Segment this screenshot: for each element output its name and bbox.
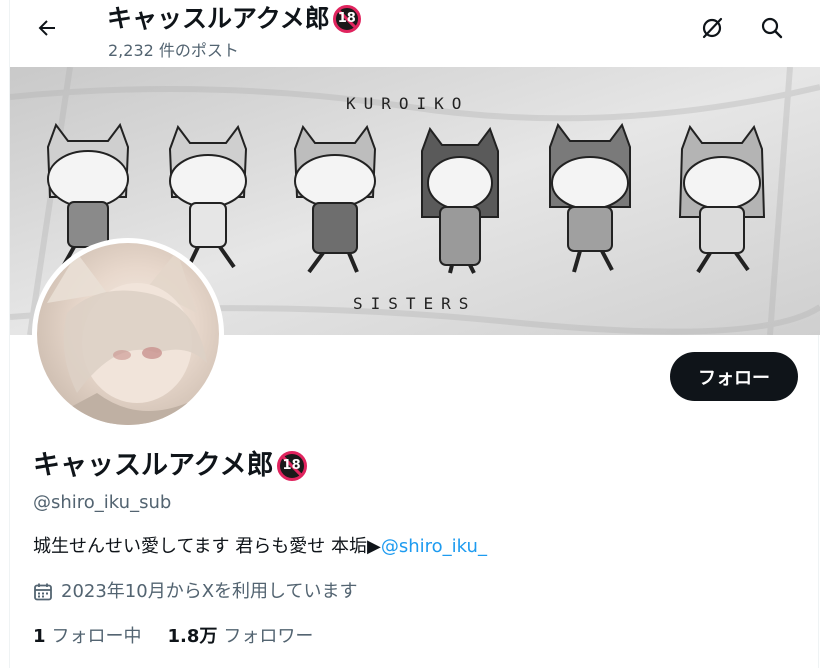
r18-badge-icon: 18: [332, 5, 361, 33]
search-icon: [760, 16, 784, 44]
display-name-text: キャッスルアクメ郎: [33, 450, 274, 481]
profile-handle: @shiro_iku_sub: [33, 492, 172, 513]
search-button[interactable]: [754, 12, 790, 48]
profile-bio: 城生せんせい愛してます 君らも愛せ 本垢▶@shiro_iku_: [33, 534, 487, 560]
joined-text: 2023年10月からXを利用しています: [61, 581, 358, 602]
back-arrow-icon: [35, 16, 59, 44]
back-button[interactable]: [29, 12, 65, 48]
followers-label: フォロワー: [223, 626, 314, 647]
follow-stats: 1 フォロー中 1.8万 フォロワー: [33, 624, 339, 650]
r18-badge-icon: 18: [276, 451, 307, 481]
grok-icon: [699, 15, 725, 45]
profile-page: キャッスルアクメ郎 18 2,232 件のポスト KUROIKO SISTERS…: [9, 0, 820, 668]
follow-button[interactable]: フォロー: [670, 352, 798, 401]
joined-date: 2023年10月からXを利用しています: [33, 579, 358, 605]
banner-top-text: KUROIKO: [346, 94, 469, 113]
top-bar: キャッスルアクメ郎 18 2,232 件のポスト: [10, 0, 820, 67]
profile-display-name: キャッスルアクメ郎 18: [33, 446, 307, 486]
following-link[interactable]: 1 フォロー中: [33, 624, 142, 650]
avatar[interactable]: [32, 238, 224, 430]
banner-bottom-text: SISTERS: [353, 294, 476, 313]
header-display-name: キャッスルアクメ郎: [107, 4, 330, 33]
grok-button[interactable]: [694, 12, 730, 48]
page-title: キャッスルアクメ郎 18: [107, 2, 361, 36]
avatar-image: [37, 243, 219, 425]
following-count: 1: [33, 626, 46, 647]
post-count: 2,232 件のポスト: [108, 41, 239, 60]
following-label: フォロー中: [51, 626, 142, 647]
bio-link[interactable]: @shiro_iku_: [381, 536, 487, 557]
calendar-icon: [33, 582, 53, 602]
followers-count: 1.8万: [167, 626, 218, 647]
bio-text: 城生せんせい愛してます 君らも愛せ 本垢▶: [33, 536, 381, 557]
followers-link[interactable]: 1.8万 フォロワー: [168, 624, 314, 650]
